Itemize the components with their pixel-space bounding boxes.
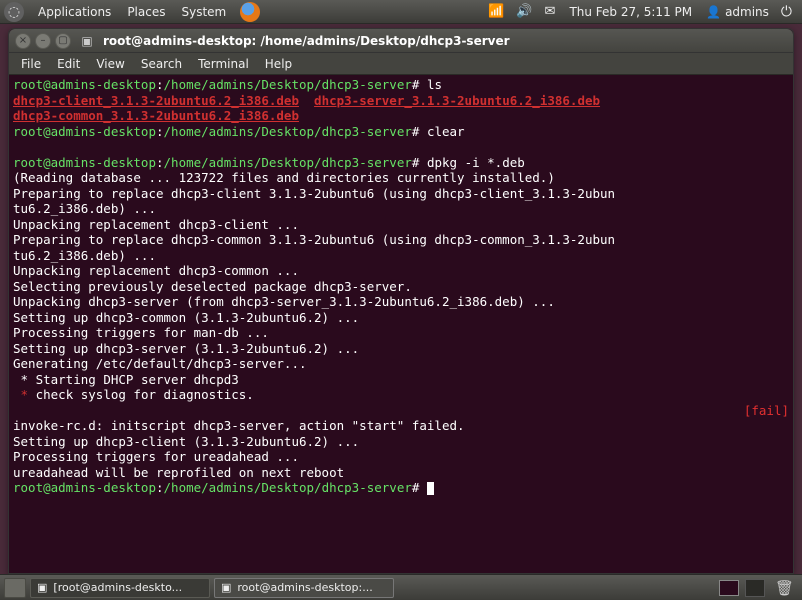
menu-search[interactable]: Search bbox=[133, 57, 190, 71]
cursor bbox=[427, 482, 434, 495]
menu-help[interactable]: Help bbox=[257, 57, 300, 71]
file-listing: dhcp3-server_3.1.3-2ubuntu6.2_i386.deb bbox=[314, 93, 600, 108]
tray-terminal-icon[interactable] bbox=[719, 580, 739, 596]
top-panel: ◌ Applications Places System 📶 🔊 ✉ Thu F… bbox=[0, 0, 802, 24]
user-icon: 👤 bbox=[706, 5, 721, 19]
terminal-window: × – ▢ ▣ root@admins-desktop: /home/admin… bbox=[8, 28, 794, 574]
trash-icon[interactable]: 🗑 bbox=[771, 579, 798, 597]
minimize-button[interactable]: – bbox=[35, 33, 51, 49]
distro-icon[interactable]: ◌ bbox=[4, 2, 24, 22]
terminal-icon: ▣ bbox=[221, 581, 231, 594]
taskbar-item[interactable]: ▣ [root@admins-deskto... bbox=[30, 578, 210, 598]
mail-icon[interactable]: ✉ bbox=[539, 4, 562, 19]
window-title: root@admins-desktop: /home/admins/Deskto… bbox=[103, 34, 510, 48]
volume-icon[interactable]: 🔊 bbox=[510, 4, 538, 19]
menu-view[interactable]: View bbox=[88, 57, 132, 71]
file-listing: dhcp3-common_3.1.3-2ubuntu6.2_i386.deb bbox=[13, 108, 299, 123]
terminal-icon: ▣ bbox=[37, 581, 47, 594]
file-listing: dhcp3-client_3.1.3-2ubuntu6.2_i386.deb bbox=[13, 93, 299, 108]
menu-edit[interactable]: Edit bbox=[49, 57, 88, 71]
status-fail: [fail] bbox=[744, 403, 789, 418]
menu-system[interactable]: System bbox=[173, 5, 234, 19]
menubar: File Edit View Search Terminal Help bbox=[9, 53, 793, 75]
bottom-panel: ▣ [root@admins-deskto... ▣ root@admins-d… bbox=[0, 574, 802, 600]
terminal-body[interactable]: root@admins-desktop:/home/admins/Desktop… bbox=[9, 75, 793, 573]
network-icon[interactable]: 📶 bbox=[482, 4, 510, 19]
menu-applications[interactable]: Applications bbox=[30, 5, 119, 19]
titlebar[interactable]: × – ▢ ▣ root@admins-desktop: /home/admin… bbox=[9, 29, 793, 53]
firefox-icon[interactable] bbox=[240, 2, 260, 22]
clock[interactable]: Thu Feb 27, 5:11 PM bbox=[561, 5, 700, 19]
menu-places[interactable]: Places bbox=[119, 5, 173, 19]
terminal-icon: ▣ bbox=[79, 33, 95, 49]
user-menu[interactable]: 👤 admins bbox=[700, 5, 775, 19]
maximize-button[interactable]: ▢ bbox=[55, 33, 71, 49]
taskbar-item[interactable]: ▣ root@admins-desktop:... bbox=[214, 578, 394, 598]
show-desktop-button[interactable] bbox=[4, 578, 26, 598]
user-label: admins bbox=[725, 5, 769, 19]
power-icon[interactable]: ⏻ bbox=[775, 4, 798, 20]
workspace-switcher[interactable] bbox=[745, 579, 765, 597]
close-button[interactable]: × bbox=[15, 33, 31, 49]
menu-terminal[interactable]: Terminal bbox=[190, 57, 257, 71]
menu-file[interactable]: File bbox=[13, 57, 49, 71]
